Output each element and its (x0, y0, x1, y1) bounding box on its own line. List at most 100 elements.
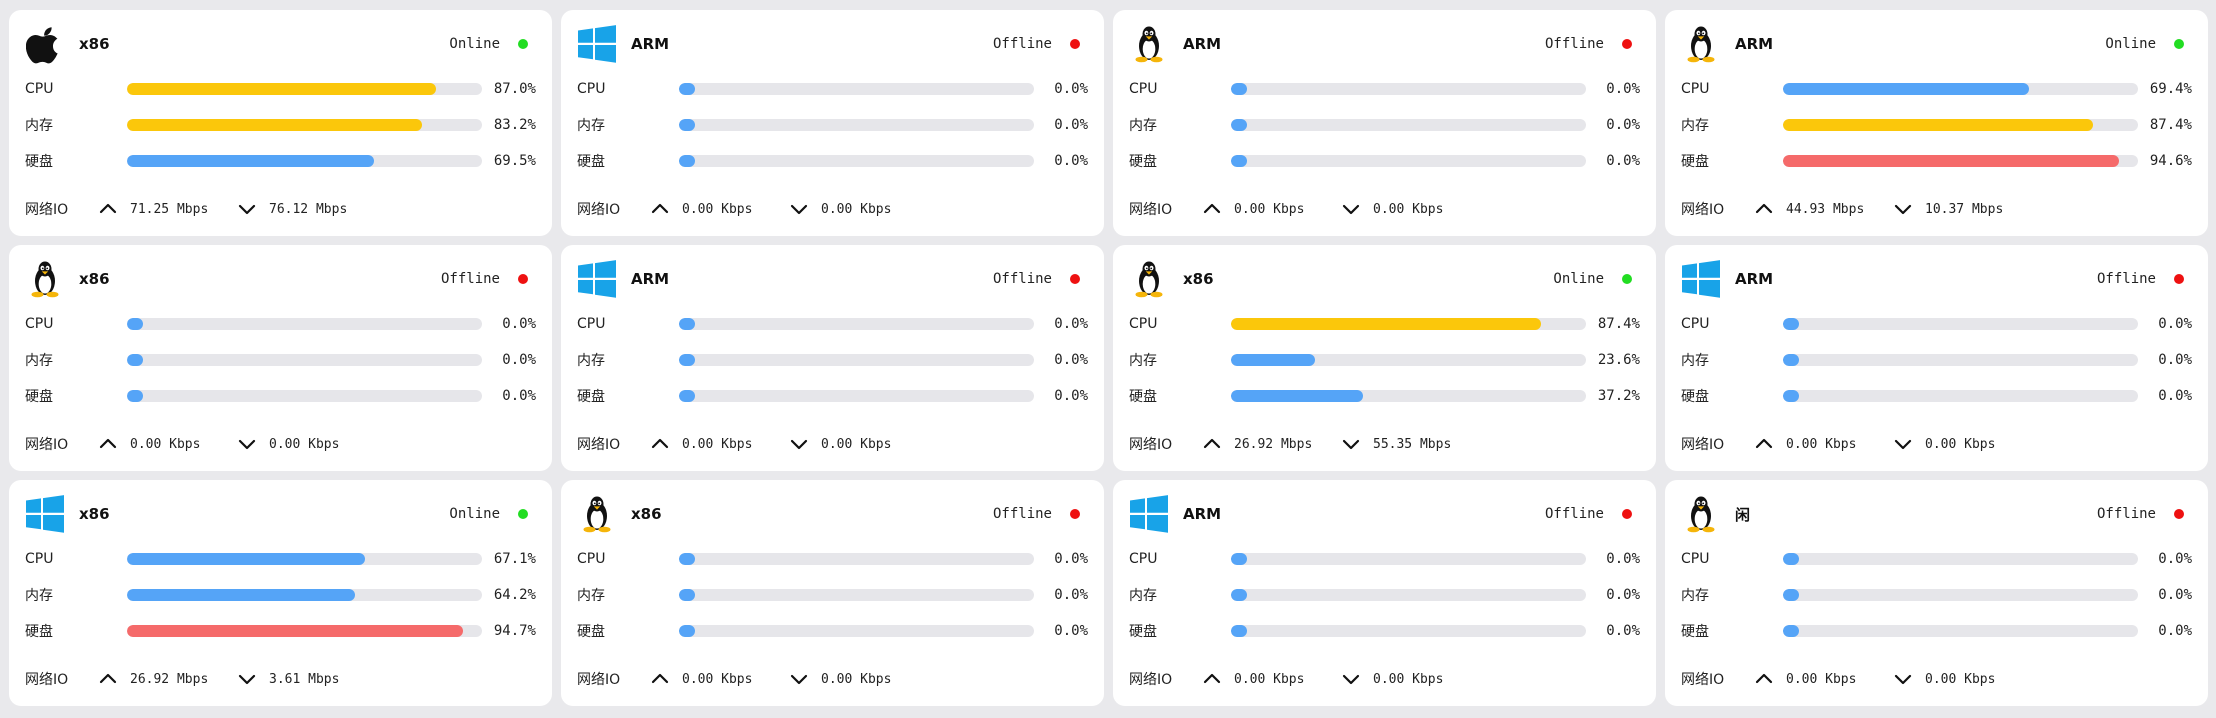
disk-label: 硬盘 (577, 624, 605, 640)
linux-icon (1681, 494, 1721, 534)
upload-rate: 26.92 Mbps (130, 671, 209, 687)
mem-metric: 内存 0.0% (577, 114, 1088, 136)
arch-label: ARM (1183, 35, 1222, 53)
network-io-label: 网络IO (577, 437, 621, 453)
network-io: 网络IO 44.93 Mbps 10.37 Mbps (1681, 194, 2192, 224)
server-card[interactable]: x86 Online CPU 87.4% 内存 23.6% 硬盘 37.2% 网络IO 26.92… (1113, 245, 1656, 471)
disk-label: 硬盘 (1129, 624, 1157, 640)
server-card[interactable]: x86 Offline CPU 0.0% 内存 0.0% 硬盘 0.0% 网络IO 0.00 Kb… (561, 480, 1104, 706)
arch-label: ARM (1735, 270, 1774, 288)
disk-bar-fill (127, 390, 143, 402)
server-card[interactable]: ARM Offline CPU 0.0% 内存 0.0% 硬盘 0.0% 网络IO 0.00 Kb… (1665, 245, 2208, 471)
cpu-value: 87.4% (1597, 316, 1640, 332)
chevron-down-icon (1891, 197, 1915, 221)
mem-bar-fill (1783, 354, 1799, 366)
server-card[interactable]: ARM Offline CPU 0.0% 内存 0.0% 硬盘 0.0% 网络IO 0.00 Kb… (1113, 10, 1656, 236)
disk-bar-fill (679, 625, 695, 637)
mem-value: 0.0% (1606, 587, 1640, 603)
mem-label: 内存 (25, 353, 53, 369)
network-io: 网络IO 26.92 Mbps 55.35 Mbps (1129, 429, 1640, 459)
status-text: Offline (2096, 506, 2156, 522)
cpu-metric: CPU 0.0% (1129, 548, 1640, 570)
disk-bar (1231, 155, 1586, 167)
disk-value: 94.7% (493, 623, 536, 639)
cpu-value: 0.0% (1606, 551, 1640, 567)
disk-label: 硬盘 (1129, 389, 1157, 405)
mem-value: 64.2% (493, 587, 536, 603)
upload-rate: 0.00 Kbps (1786, 671, 1857, 687)
cpu-bar-fill (1783, 318, 1799, 330)
disk-value: 0.0% (1054, 153, 1088, 169)
chevron-up-icon (96, 197, 120, 221)
server-card[interactable]: ARM Offline CPU 0.0% 内存 0.0% 硬盘 0.0% 网络IO 0.00 Kb… (561, 245, 1104, 471)
windows-icon (577, 24, 617, 64)
mem-metric: 内存 0.0% (577, 584, 1088, 606)
mem-metric: 内存 23.6% (1129, 349, 1640, 371)
disk-label: 硬盘 (25, 389, 53, 405)
cpu-metric: CPU 0.0% (1129, 78, 1640, 100)
mem-bar-fill (127, 119, 423, 131)
arch-label: x86 (79, 505, 110, 523)
mem-bar-fill (679, 354, 695, 366)
status-dot (1070, 509, 1080, 519)
disk-bar-fill (1783, 390, 1799, 402)
card-header: ARM Offline (577, 259, 1088, 299)
server-card[interactable]: 闲 Offline CPU 0.0% 内存 0.0% 硬盘 0.0% 网络IO 0.00 Kbps… (1665, 480, 2208, 706)
card-header: x86 Online (25, 24, 536, 64)
mem-bar-fill (1231, 354, 1315, 366)
arch-label: ARM (1735, 35, 1774, 53)
card-header: x86 Offline (577, 494, 1088, 534)
mem-bar (679, 119, 1034, 131)
chevron-up-icon (1200, 197, 1224, 221)
disk-metric: 硬盘 0.0% (1129, 150, 1640, 172)
server-card[interactable]: x86 Online CPU 67.1% 内存 64.2% 硬盘 94.7% 网络IO 26.92… (9, 480, 552, 706)
network-io: 网络IO 0.00 Kbps 0.00 Kbps (577, 429, 1088, 459)
cpu-bar (1231, 83, 1586, 95)
disk-bar (127, 390, 482, 402)
mem-metric: 内存 0.0% (1129, 114, 1640, 136)
status-dot (2174, 274, 2184, 284)
server-card[interactable]: x86 Offline CPU 0.0% 内存 0.0% 硬盘 0.0% 网络IO 0.00 Kb… (9, 245, 552, 471)
windows-icon (1681, 259, 1721, 299)
mem-value: 0.0% (1054, 352, 1088, 368)
status-indicator: Online (1553, 271, 1640, 287)
cpu-bar (1783, 553, 2138, 565)
cpu-metric: CPU 67.1% (25, 548, 536, 570)
chevron-down-icon (235, 197, 259, 221)
arch-label: x86 (79, 270, 110, 288)
status-text: Online (1553, 271, 1604, 287)
status-indicator: Offline (993, 36, 1088, 52)
server-card[interactable]: x86 Online CPU 87.0% 内存 83.2% 硬盘 69.5% 网络IO 71.25… (9, 10, 552, 236)
linux-icon (1681, 24, 1721, 64)
cpu-bar (679, 83, 1034, 95)
network-io: 网络IO 0.00 Kbps 0.00 Kbps (577, 664, 1088, 694)
arch-label: x86 (1183, 270, 1214, 288)
chevron-up-icon (96, 667, 120, 691)
disk-bar-fill (127, 155, 374, 167)
mem-label: 内存 (1129, 118, 1157, 134)
status-indicator: Online (449, 36, 536, 52)
chevron-down-icon (235, 432, 259, 456)
server-card[interactable]: ARM Online CPU 69.4% 内存 87.4% 硬盘 94.6% 网络IO 44.93… (1665, 10, 2208, 236)
cpu-metric: CPU 69.4% (1681, 78, 2192, 100)
mem-value: 0.0% (1606, 117, 1640, 133)
disk-label: 硬盘 (577, 154, 605, 170)
cpu-value: 0.0% (2158, 551, 2192, 567)
mem-metric: 内存 64.2% (25, 584, 536, 606)
server-card[interactable]: ARM Offline CPU 0.0% 内存 0.0% 硬盘 0.0% 网络IO 0.00 Kb… (1113, 480, 1656, 706)
network-io: 网络IO 71.25 Mbps 76.12 Mbps (25, 194, 536, 224)
upload-rate: 0.00 Kbps (682, 671, 753, 687)
download-rate: 0.00 Kbps (269, 436, 340, 452)
cpu-bar (679, 318, 1034, 330)
mem-metric: 内存 0.0% (1681, 349, 2192, 371)
server-card[interactable]: ARM Offline CPU 0.0% 内存 0.0% 硬盘 0.0% 网络IO 0.00 Kb… (561, 10, 1104, 236)
card-header: x86 Online (25, 494, 536, 534)
disk-bar-fill (679, 155, 695, 167)
disk-value: 0.0% (1606, 623, 1640, 639)
arch-label: ARM (1183, 505, 1222, 523)
mem-bar-fill (127, 354, 143, 366)
linux-icon (577, 494, 617, 534)
chevron-up-icon (1200, 432, 1224, 456)
mem-bar-fill (679, 589, 695, 601)
cpu-metric: CPU 87.4% (1129, 313, 1640, 335)
